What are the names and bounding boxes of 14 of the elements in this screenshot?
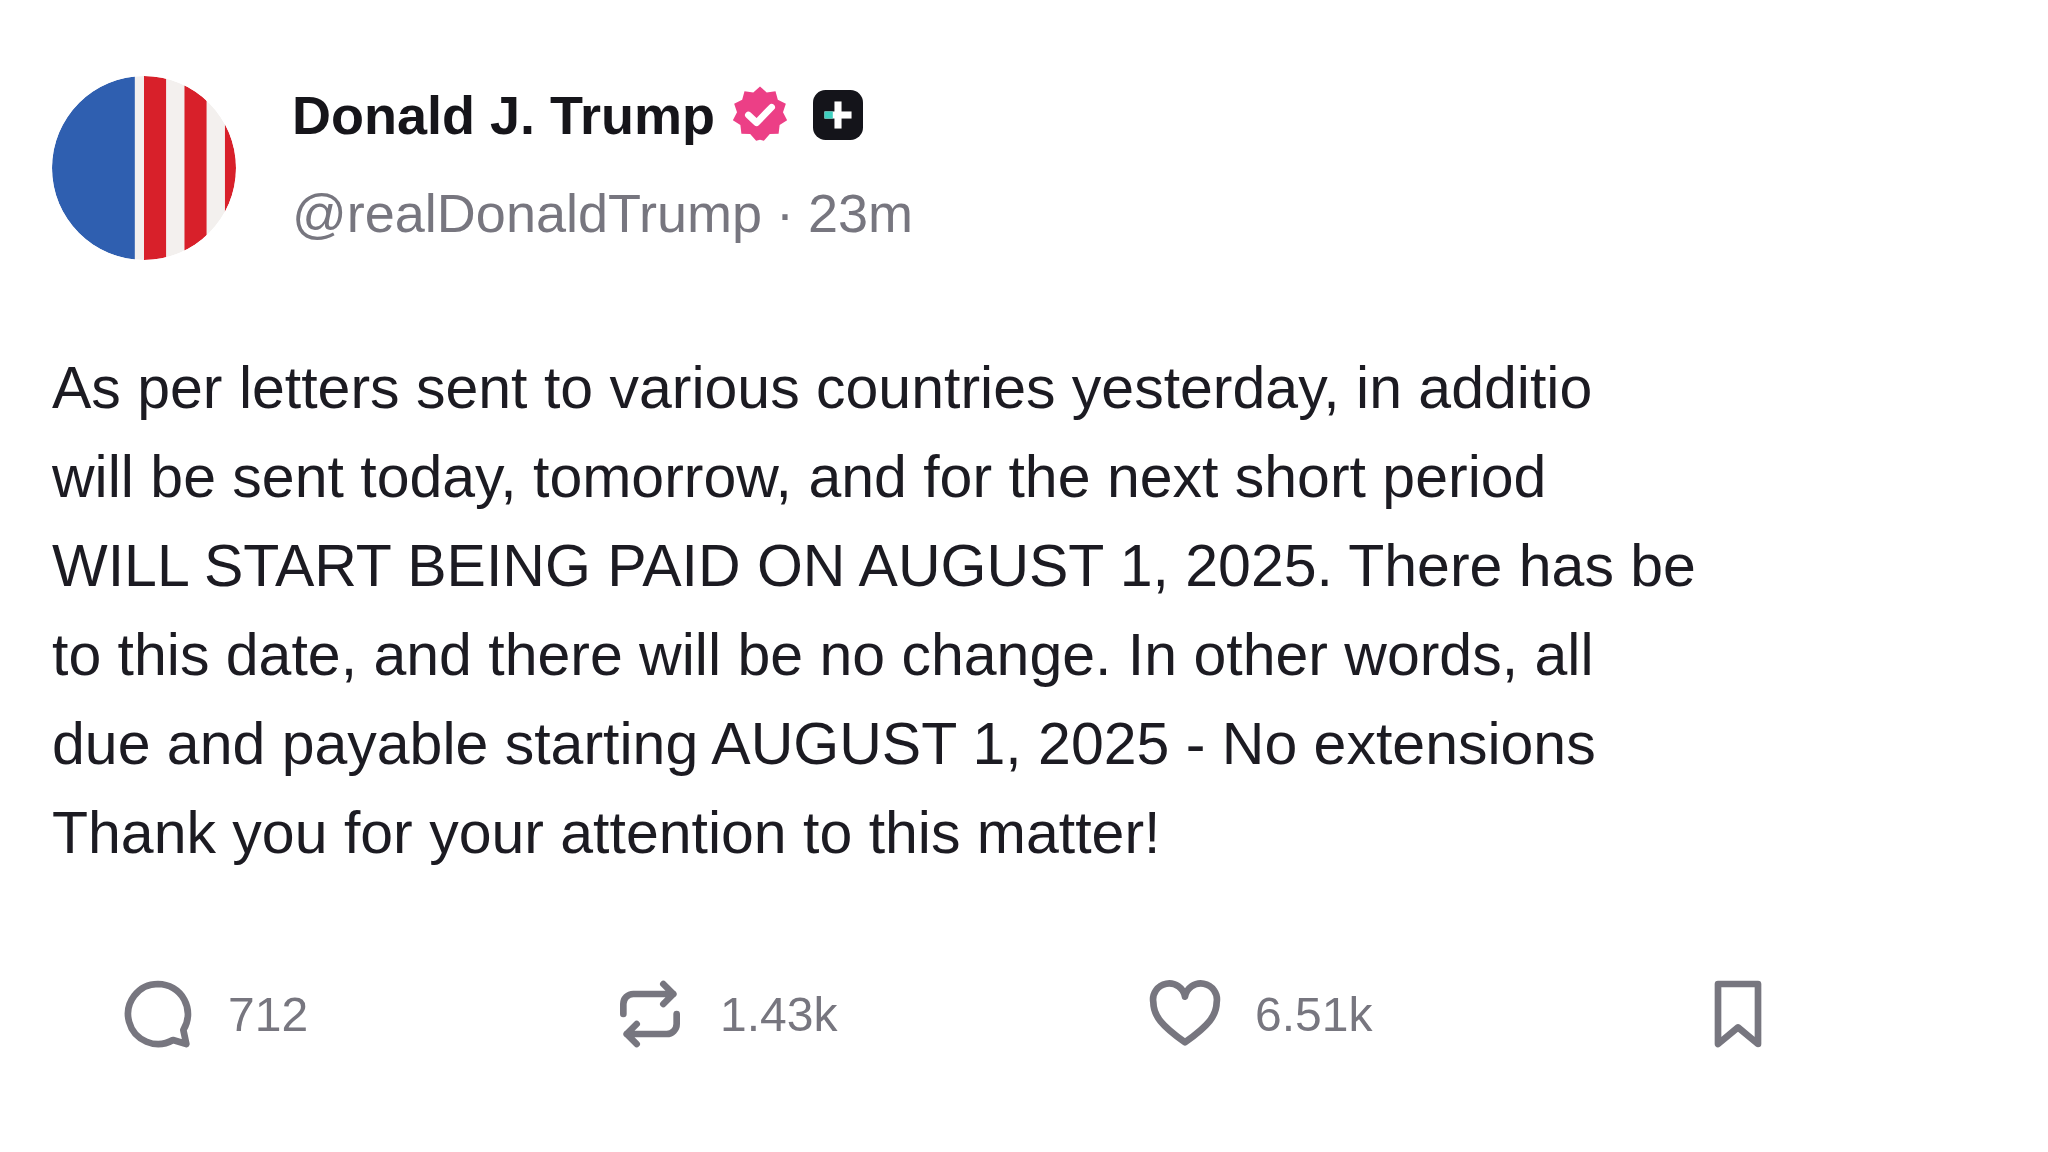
repost-button[interactable]: 1.43k (610, 974, 838, 1054)
separator: · (776, 182, 794, 244)
post-text-line: due and payable starting AUGUST 1, 2025 - No extensions (52, 710, 1597, 779)
author-handle[interactable]: @realDonaldTrump (292, 182, 762, 244)
plus-badge-icon (813, 90, 864, 140)
author-name[interactable]: Donald J. Trump (292, 84, 716, 146)
reply-button[interactable]: 712 (118, 974, 309, 1054)
post-text-line: will be sent today, tomorrow, and for the next short period (52, 443, 1548, 512)
post-text-line: Thank you for your attention to this matter! (52, 799, 1162, 868)
like-button[interactable]: 6.51k (1145, 974, 1373, 1054)
post-text-line: WILL START BEING PAID ON AUGUST 1, 2025. There has be (52, 532, 1697, 601)
post-time[interactable]: 23m (808, 182, 914, 244)
post-text-line: to this date, and there will be no change. In other words, all (52, 621, 1595, 690)
post-text-line: As per letters sent to various countries yesterday, in additio (52, 354, 1594, 423)
